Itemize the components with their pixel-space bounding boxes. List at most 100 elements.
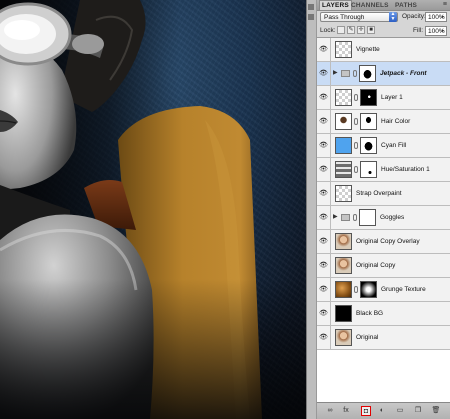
layer-thumbnail [335,185,352,202]
layer-row[interactable]: 👁 Strap Overpaint [317,182,450,206]
layer-name: Original Copy [356,262,396,269]
layer-name: Layer 1 [381,94,403,101]
layer-row[interactable]: 👁 Original Copy Overlay [317,230,450,254]
layer-mask-thumbnail[interactable] [360,161,377,178]
lock-position-icon[interactable]: ✛ [357,26,365,34]
mask-link-icon[interactable] [353,214,357,221]
lock-image-icon[interactable]: ✎ [347,26,355,34]
lock-row: Lock: ✎ ✛ ■ Fill: 100% ▸ [317,24,450,38]
visibility-eye-icon[interactable]: 👁 [317,326,331,349]
document-canvas[interactable] [0,0,306,419]
opacity-arrow-icon[interactable]: ▸ [440,13,446,21]
opacity-label: Opacity: [402,13,426,20]
visibility-eye-icon[interactable]: 👁 [317,134,331,157]
layer-mask-thumbnail[interactable] [360,89,377,106]
layer-row[interactable]: 👁 ▶ Goggles [317,206,450,230]
adjustment-layer-icon[interactable]: ◐ [377,406,387,416]
layer-thumbnail [335,161,352,178]
layer-mask-thumbnail[interactable] [359,209,376,226]
visibility-eye-icon[interactable]: 👁 [317,230,331,253]
canvas-vignette [0,279,306,419]
expand-arrow-icon[interactable]: ▶ [333,69,338,76]
layer-mask-thumbnail[interactable] [359,65,376,82]
layer-row[interactable]: 👁 ▶ Jetpack - Front [317,62,450,86]
mask-link-icon[interactable] [354,142,358,149]
layer-row[interactable]: 👁 Original Copy [317,254,450,278]
layer-thumbnail [335,89,352,106]
new-group-icon[interactable]: ▭ [395,406,405,416]
lock-all-icon[interactable]: ■ [367,26,375,34]
lock-transparency-icon[interactable] [337,26,345,34]
layer-mask-thumbnail[interactable] [360,137,377,154]
blend-mode-select[interactable]: Pass Through ▲ ▼ [320,12,398,22]
visibility-eye-icon[interactable]: 👁 [317,206,331,229]
link-layers-icon[interactable]: ∞ [325,406,335,416]
mask-link-icon[interactable] [353,70,357,77]
layer-name: Black BG [356,310,384,317]
layer-thumbnail [335,329,352,346]
visibility-eye-icon[interactable]: 👁 [317,158,331,181]
expand-arrow-icon[interactable]: ▶ [333,213,338,220]
blend-mode-value: Pass Through [324,14,365,21]
layer-name: Original Copy Overlay [356,238,420,245]
opacity-field[interactable]: 100% ▸ [425,12,447,22]
layer-name: Vignette [356,46,380,53]
visibility-eye-icon[interactable]: 👁 [317,254,331,277]
layer-row[interactable]: 👁 Vignette [317,38,450,62]
layer-name: Hair Color [381,118,411,125]
layer-name: Goggles [380,214,405,221]
visibility-eye-icon[interactable]: 👁 [317,86,331,109]
tab-paths[interactable]: PATHS [395,1,417,10]
layer-name: Original [356,334,379,341]
layer-thumbnail [335,281,352,298]
layers-footer: ∞ fx ◘ ◐ ▭ ❐ 🗑 [317,402,450,419]
visibility-eye-icon[interactable]: 👁 [317,62,331,85]
layers-panel: LAYERS CHANNELS PATHS ≡ Pass Through ▲ ▼ … [306,0,450,419]
layer-row[interactable]: 👁 Hue/Saturation 1 [317,158,450,182]
trash-icon[interactable]: 🗑 [431,406,441,416]
panel-dock-strip [307,0,317,419]
layer-row[interactable]: 👁 Hair Color [317,110,450,134]
mask-link-icon[interactable] [354,94,358,101]
layer-mask-thumbnail[interactable] [360,113,377,130]
layer-name: Cyan Fill [381,142,407,149]
layer-row[interactable]: 👁 Layer 1 [317,86,450,110]
layer-name: Hue/Saturation 1 [381,166,430,173]
mask-link-icon[interactable] [354,166,358,173]
dock-icon[interactable] [308,14,314,20]
folder-icon [341,70,350,77]
layer-style-icon[interactable]: fx [341,406,351,416]
dock-icon[interactable] [308,4,314,10]
layer-name: Grunge Texture [381,286,426,293]
mask-link-icon[interactable] [354,286,358,293]
new-layer-icon[interactable]: ❐ [413,406,423,416]
tab-channels[interactable]: CHANNELS [351,1,389,10]
folder-icon [341,214,350,221]
tab-layers[interactable]: LAYERS [319,0,352,10]
visibility-eye-icon[interactable]: 👁 [317,38,331,61]
layer-row[interactable]: 👁 Grunge Texture [317,278,450,302]
add-mask-icon[interactable]: ◘ [361,406,371,416]
layer-thumbnail [335,305,352,322]
layer-row[interactable]: 👁 Cyan Fill [317,134,450,158]
visibility-eye-icon[interactable]: 👁 [317,110,331,133]
layer-name: Strap Overpaint [356,190,402,197]
layer-thumbnail [335,233,352,250]
visibility-eye-icon[interactable]: 👁 [317,302,331,325]
fill-label: Fill: [413,27,424,34]
visibility-eye-icon[interactable]: 👁 [317,182,331,205]
visibility-eye-icon[interactable]: 👁 [317,278,331,301]
layer-row[interactable]: 👁 Black BG [317,302,450,326]
panel-menu-icon[interactable]: ≡ [443,1,447,9]
lock-label: Lock: [320,27,336,34]
layer-row[interactable]: 👁 Original [317,326,450,350]
layer-thumbnail [335,257,352,274]
mask-link-icon[interactable] [354,118,358,125]
fill-field[interactable]: 100% ▸ [425,26,447,36]
select-arrows-icon: ▲ ▼ [389,11,397,22]
layer-thumbnail [335,137,352,154]
layer-mask-thumbnail[interactable] [360,281,377,298]
fill-arrow-icon[interactable]: ▸ [440,27,446,35]
layer-thumbnail [335,113,352,130]
layer-thumbnail [335,41,352,58]
